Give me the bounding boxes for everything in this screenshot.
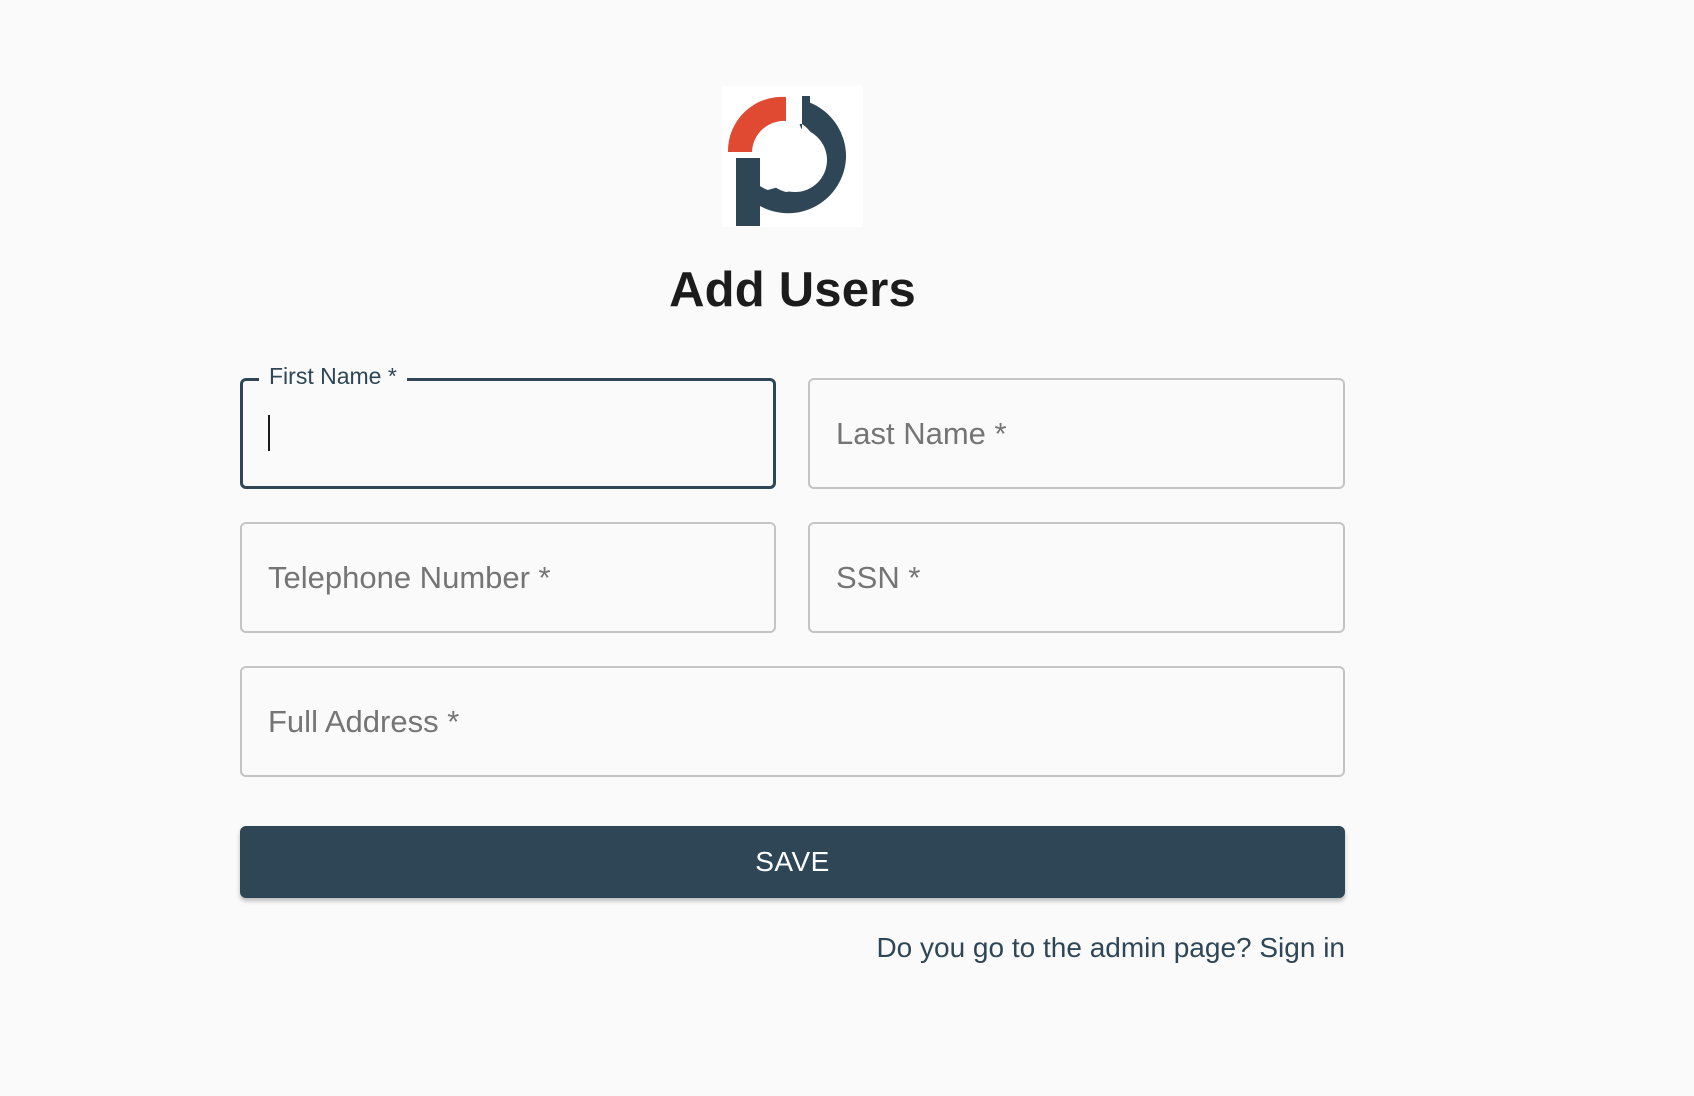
first-name-field[interactable]: First Name * <box>240 363 776 489</box>
full-address-field[interactable]: Full Address * <box>240 666 1345 777</box>
text-cursor <box>268 415 270 451</box>
page-title: Add Users <box>669 263 916 317</box>
last-name-field[interactable]: Last Name * <box>808 378 1345 489</box>
telephone-number-field[interactable]: Telephone Number * <box>240 522 776 633</box>
last-name-placeholder: Last Name * <box>836 415 1007 451</box>
add-users-page: Add Users First Name * Last Name * Telep… <box>0 0 1694 1096</box>
full-address-placeholder: Full Address * <box>268 703 460 739</box>
admin-sign-in-link[interactable]: Do you go to the admin page? Sign in <box>876 932 1345 964</box>
first-name-label: First Name * <box>259 363 407 390</box>
brand-logo-icon <box>722 86 863 227</box>
telephone-number-placeholder: Telephone Number * <box>268 559 551 595</box>
ssn-field[interactable]: SSN * <box>808 522 1345 633</box>
ssn-placeholder: SSN * <box>836 559 921 595</box>
save-button[interactable]: SAVE <box>240 826 1345 898</box>
